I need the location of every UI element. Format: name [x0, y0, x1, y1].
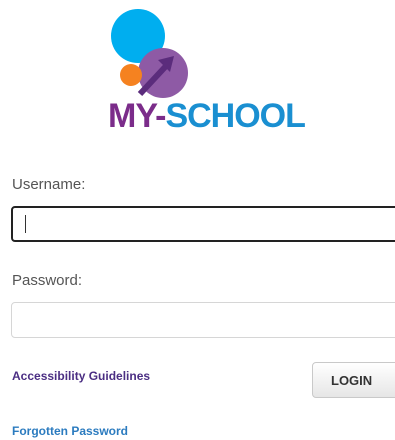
- logo-graphic: MY-SCHOOL: [108, 9, 306, 135]
- username-input[interactable]: [11, 206, 395, 242]
- username-label: Username:: [12, 176, 86, 193]
- password-input[interactable]: [11, 302, 395, 338]
- login-button[interactable]: LOGIN: [312, 362, 395, 398]
- my-school-logo: MY-SCHOOL: [96, 6, 316, 135]
- text-caret: [25, 215, 26, 233]
- password-label: Password:: [12, 272, 83, 289]
- accessibility-guidelines-link[interactable]: Accessibility Guidelines: [12, 369, 150, 383]
- logo-text: MY-SCHOOL: [108, 97, 305, 131]
- forgotten-password-link[interactable]: Forgotten Password: [12, 424, 128, 438]
